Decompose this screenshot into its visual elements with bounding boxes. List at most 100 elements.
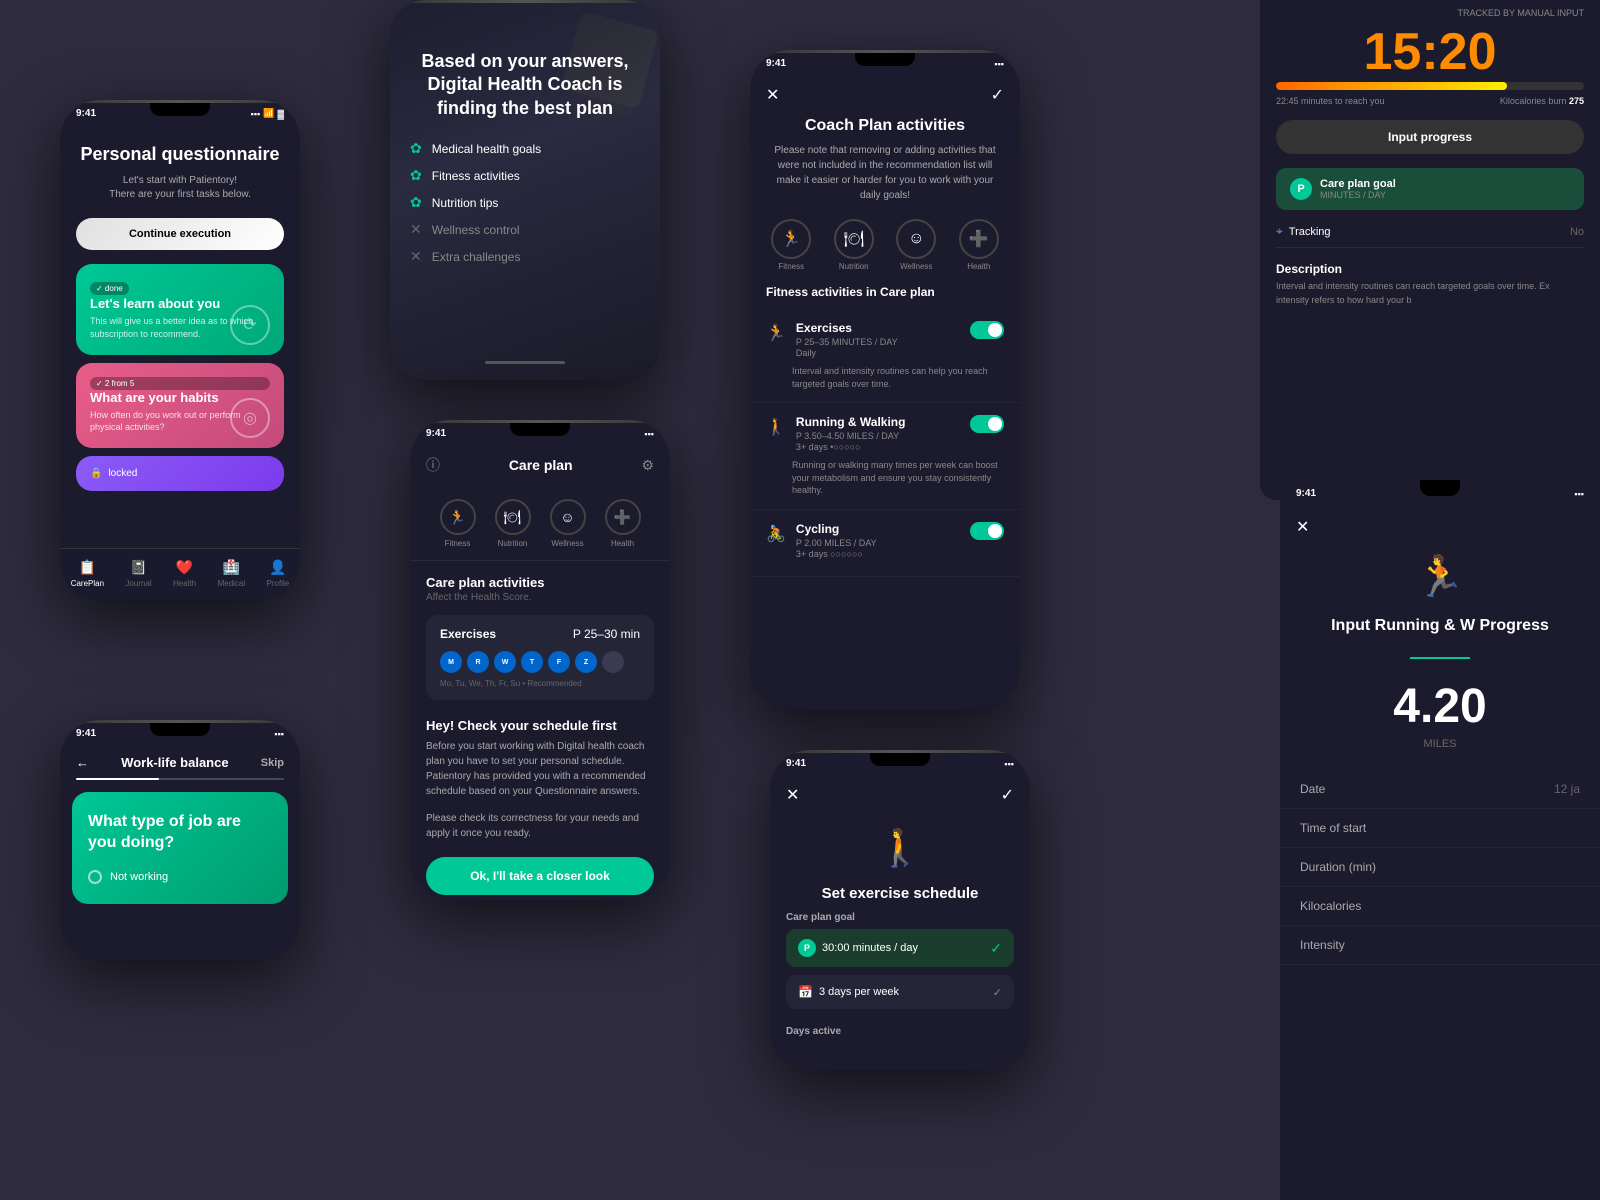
coach-title: Based on your answers, Digital Health Co…: [410, 50, 640, 120]
p-icon: P: [798, 939, 816, 957]
worklife-title: Work-life balance: [121, 755, 228, 770]
day-f: F: [548, 651, 570, 673]
exercises-desc: Interval and intensity routines can help…: [766, 365, 1004, 390]
care-tab-wellness[interactable]: ☺ Wellness: [550, 499, 586, 548]
progress-bar-container: [76, 778, 284, 780]
coach-act-title: Coach Plan activities: [750, 117, 1020, 135]
tab-health-icon: ➕: [959, 219, 999, 259]
running-name: Running & Walking: [796, 415, 906, 429]
exercise-progress-bar: [1276, 82, 1584, 90]
check-section: Hey! Check your schedule first Before yo…: [410, 706, 670, 900]
health-circle-icon: ➕: [605, 499, 641, 535]
settings-icon[interactable]: ⚙: [641, 457, 654, 474]
check-btn[interactable]: Ok, I'll take a closer look: [426, 857, 654, 895]
care-tab-fitness[interactable]: 🏃 Fitness: [440, 499, 476, 548]
input-running-title: Input Running & W Progress: [1280, 616, 1600, 637]
coach-tabs: 🏃 Fitness 🍽 Nutrition ☺ Wellness ➕ Healt…: [750, 219, 1020, 271]
nav-profile-label: Profile: [267, 579, 290, 588]
tab-nutrition-icon: 🍽: [834, 219, 874, 259]
exercise-time: P 25–30 min: [573, 627, 640, 641]
activity-running-left: 🚶 Running & Walking P 3.50–4.50 MILES / …: [766, 415, 905, 453]
goal-check-icon: ✓: [990, 940, 1002, 957]
intensity-label: Intensity: [1300, 938, 1345, 952]
activity-cycling: 🚴 Cycling P 2.00 MILES / DAY 3+ days ○○○…: [750, 510, 1020, 577]
cycling-toggle[interactable]: [970, 522, 1004, 540]
nav-medical[interactable]: 🏥 Medical: [218, 557, 246, 588]
exercise-card: Exercises P 25–30 min M R W T F Z Mo, Tu…: [426, 615, 654, 700]
form-duration[interactable]: Duration (min): [1280, 848, 1600, 887]
tracking-row: ⌖ Tracking No: [1276, 216, 1584, 248]
input-progress-button[interactable]: Input progress: [1276, 120, 1584, 154]
signal-2: ▪▪▪: [274, 729, 284, 739]
nav-journal[interactable]: 📓 Journal: [125, 557, 151, 588]
walker-icon: 🚶: [780, 827, 1020, 869]
time-5: 9:41: [766, 58, 786, 69]
panel-progress: TRACKED BY MANUAL INPUT 15:20 22:45 minu…: [1260, 0, 1600, 500]
care-goal-title: Care plan goal: [1320, 178, 1396, 190]
questionnaire-title: Personal questionnaire: [76, 143, 284, 166]
medical-icon: 🏥: [221, 557, 241, 577]
date-value: 12 ja: [1554, 782, 1580, 796]
activities-title: Care plan activities: [426, 575, 654, 590]
time-2: 9:41: [76, 728, 96, 739]
skip-button[interactable]: Skip: [261, 757, 284, 769]
form-intensity[interactable]: Intensity: [1280, 926, 1600, 965]
tab-nutrition[interactable]: 🍽 Nutrition: [834, 219, 874, 271]
continue-button[interactable]: Continue execution: [76, 218, 284, 250]
running-icon: 🚶: [766, 417, 786, 437]
info-icon: ⓘ: [426, 455, 440, 475]
nav-profile[interactable]: 👤 Profile: [267, 557, 290, 588]
running-freq: 3+ days •○○○○○: [796, 442, 906, 452]
form-date: Date 12 ja: [1280, 770, 1600, 809]
value-line: [1410, 657, 1470, 659]
activity-running-header: 🚶 Running & Walking P 3.50–4.50 MILES / …: [766, 415, 1004, 453]
tab-fitness[interactable]: 🏃 Fitness: [771, 219, 811, 271]
tab-wellness[interactable]: ☺ Wellness: [896, 219, 936, 271]
health-icon: ❤️: [175, 557, 195, 577]
lock-icon: 🔒: [90, 468, 102, 479]
time-4: 9:41: [426, 428, 446, 439]
coach-text: Based on your answers, Digital Health Co…: [390, 0, 660, 295]
nav-health[interactable]: ❤️ Health: [173, 557, 196, 588]
activity-exercises-left: 🏃 Exercises P 25–35 MINUTES / DAY Daily: [766, 321, 898, 359]
card-deco-icon: ⟳: [230, 305, 270, 345]
care-tab-health[interactable]: ➕ Health: [605, 499, 641, 548]
kcal-label: Kilocalories: [1300, 899, 1361, 913]
care-p-icon: P: [1290, 178, 1312, 200]
wellness-circle-icon: ☺: [550, 499, 586, 535]
status-bar-5: 9:41 ▪▪▪: [750, 50, 1020, 73]
close-icon[interactable]: ✕: [766, 85, 779, 105]
done-badge: ✓ done: [90, 282, 129, 295]
worklife-option[interactable]: Not working: [88, 870, 272, 884]
care-tab-nutrition[interactable]: 🍽 Nutrition: [495, 499, 531, 548]
goal-time-val: 30:00 minutes / day: [822, 942, 918, 954]
close-schedule-icon[interactable]: ✕: [786, 785, 799, 805]
status-bar-1: 9:41 ▪▪▪ 📶 ▓: [60, 100, 300, 123]
tab-health[interactable]: ➕ Health: [959, 219, 999, 271]
duration-label: Duration (min): [1300, 860, 1376, 874]
status-bar-r2: 9:41 ▪▪▪: [1280, 480, 1600, 503]
form-kcal[interactable]: Kilocalories: [1280, 887, 1600, 926]
exercises-toggle[interactable]: [970, 321, 1004, 339]
time-start-label: Time of start: [1300, 821, 1366, 835]
coach-item-5-label: Extra challenges: [432, 250, 521, 264]
card-learn[interactable]: ✓ done Let's learn about you This will g…: [76, 264, 284, 354]
day-empty: [602, 651, 624, 673]
battery-icon: ▓: [277, 109, 284, 119]
confirm-icon[interactable]: ✓: [991, 85, 1004, 105]
check-icon-3: ✿: [410, 194, 422, 211]
habits-badge: ✓ 2 from 5: [90, 377, 270, 390]
date-label: Date: [1300, 782, 1325, 796]
activity-exercises-header: 🏃 Exercises P 25–35 MINUTES / DAY Daily: [766, 321, 1004, 359]
close-input-icon[interactable]: ✕: [1296, 517, 1309, 537]
form-time-start[interactable]: Time of start: [1280, 809, 1600, 848]
home-indicator: [485, 361, 565, 364]
card-habits[interactable]: ✓ 2 from 5 What are your habits How ofte…: [76, 363, 284, 448]
confirm-schedule-icon[interactable]: ✓: [1001, 785, 1014, 805]
habits-deco-icon: ◎: [230, 398, 270, 438]
exercises-freq: Daily: [796, 348, 898, 358]
nav-careplan[interactable]: 📋 CarePlan: [71, 557, 104, 588]
running-toggle[interactable]: [970, 415, 1004, 433]
radio-not-working[interactable]: [88, 870, 102, 884]
running-unit: MILES: [1280, 738, 1600, 750]
